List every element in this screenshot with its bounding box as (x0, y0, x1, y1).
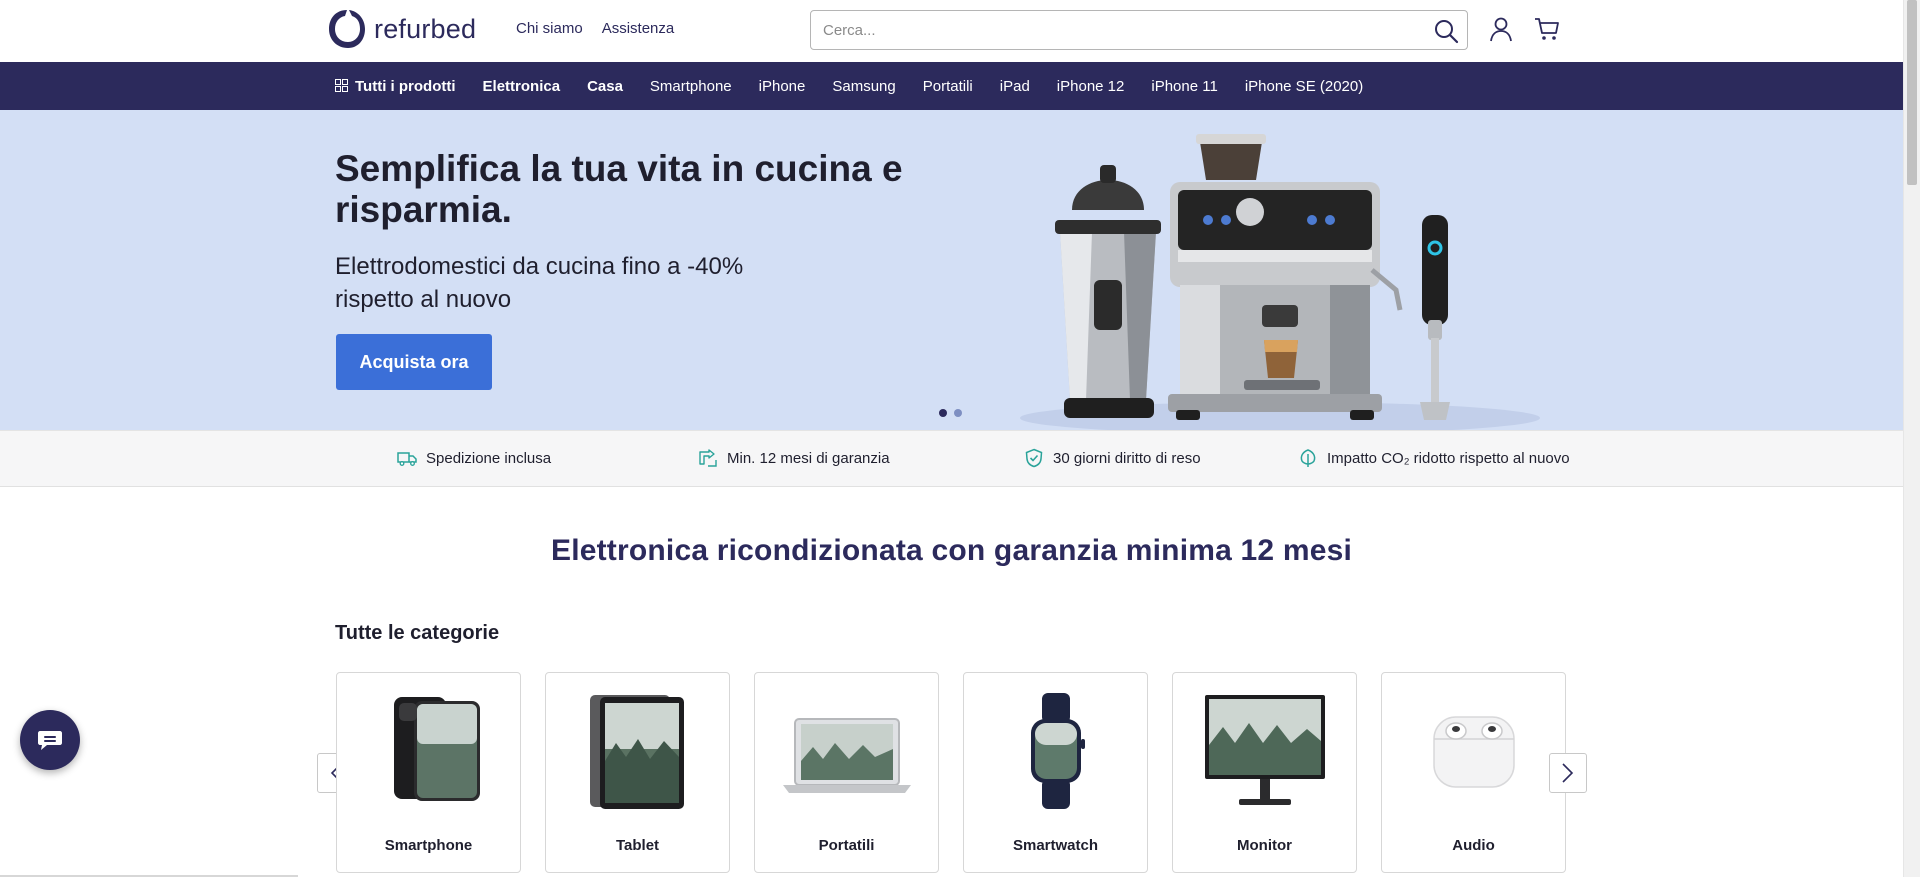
benefit-co2: Impatto CO₂ ridotto rispetto al nuovo (1298, 448, 1570, 468)
top-links: Chi siamo Assistenza (516, 20, 674, 37)
page: refurbed Chi siamo Assistenza Cerca... T… (0, 0, 1903, 877)
search-box (810, 10, 1468, 50)
juicer-image (1055, 165, 1161, 418)
nav-iphone-se-2020[interactable]: iPhone SE (2020) (1245, 78, 1363, 95)
carousel-dots (939, 409, 962, 417)
scrollbar-thumb[interactable] (1907, 0, 1917, 185)
category-label: Smartphone (384, 837, 473, 854)
benefit-label: Min. 12 mesi di garanzia (727, 449, 890, 467)
tablet-image (590, 695, 684, 809)
search-icon[interactable] (1433, 18, 1459, 44)
logo-text: refurbed (374, 13, 477, 44)
section-title: Elettronica ricondizionata con garanzia … (550, 534, 1353, 567)
header: refurbed Chi siamo Assistenza (0, 0, 1903, 62)
warranty-icon (699, 449, 717, 467)
earbuds-image (1433, 716, 1515, 788)
category-label: Audio (1452, 837, 1495, 854)
hero-banner: Semplifica la tua vita in cucina e rispa… (0, 110, 1903, 430)
benefits-bar: Spedizione inclusa Min. 12 mesi di garan… (0, 430, 1903, 487)
carousel-next-button[interactable] (1549, 753, 1587, 793)
user-icon[interactable] (1488, 16, 1514, 42)
main-nav: Tutti i prodotti Elettronica Casa Smartp… (0, 62, 1903, 110)
shop-now-button[interactable]: Acquista ora (336, 334, 492, 390)
shield-check-icon (1025, 448, 1043, 468)
logo[interactable]: refurbed (327, 8, 476, 50)
espresso-machine-image (1168, 134, 1403, 420)
carousel-dot-1[interactable] (939, 409, 947, 417)
category-card-laptop[interactable]: Portatili (754, 672, 939, 873)
link-chi-siamo[interactable]: Chi siamo (516, 20, 583, 37)
nav-portatili[interactable]: Portatili (923, 78, 973, 95)
category-card-monitor[interactable]: Monitor (1172, 672, 1357, 873)
nav-casa[interactable]: Casa (587, 78, 623, 95)
smartwatch-image (1031, 693, 1085, 809)
scrollbar[interactable] (1903, 0, 1920, 877)
nav-elettronica[interactable]: Elettronica (483, 78, 561, 95)
categories-heading: Tutte le categorie (335, 622, 500, 644)
search-input[interactable] (811, 11, 1391, 49)
chat-icon (38, 731, 62, 750)
category-card-audio[interactable]: Audio (1381, 672, 1566, 873)
carousel-dot-2[interactable] (954, 409, 962, 417)
nav-samsung[interactable]: Samsung (832, 78, 895, 95)
benefit-shipping: Spedizione inclusa (397, 448, 551, 468)
benefit-warranty: Min. 12 mesi di garanzia (698, 448, 890, 468)
smartphone-image (394, 697, 480, 801)
nav-iphone-11[interactable]: iPhone 11 (1151, 78, 1217, 95)
hero-title: Semplifica la tua vita in cucina e rispa… (335, 148, 903, 230)
monitor-image (1205, 695, 1325, 805)
benefit-label: 30 giorni diritto di reso (1053, 449, 1201, 467)
hero-subtitle: Elettrodomestici da cucina fino a -40% r… (335, 253, 744, 313)
cart-icon[interactable] (1534, 16, 1560, 42)
nav-all-products-label: Tutti i prodotti (355, 77, 456, 95)
category-card-tablet[interactable]: Tablet (545, 672, 730, 873)
nav-iphone-12[interactable]: iPhone 12 (1057, 78, 1125, 95)
nav-all-products[interactable]: Tutti i prodotti (335, 78, 456, 95)
logo-icon (329, 10, 365, 48)
benefit-label: Spedizione inclusa (426, 449, 552, 467)
leaf-icon (1300, 449, 1316, 467)
link-assistenza[interactable]: Assistenza (602, 20, 675, 37)
category-card-smartphone[interactable]: Smartphone (336, 672, 521, 873)
chevron-right-icon (1562, 763, 1574, 783)
grid-icon (335, 78, 348, 92)
category-card-smartwatch[interactable]: Smartwatch (963, 672, 1148, 873)
kitchen-appliances-image (1020, 134, 1540, 430)
chat-button[interactable] (20, 710, 80, 770)
nav-smartphone[interactable]: Smartphone (650, 78, 732, 95)
category-label: Smartwatch (1012, 837, 1099, 854)
category-label: Tablet (615, 837, 660, 854)
laptop-image (783, 718, 911, 793)
truck-icon (397, 452, 417, 466)
nav-iphone[interactable]: iPhone (759, 78, 806, 95)
benefit-returns: 30 giorni diritto di reso (1024, 448, 1201, 468)
hand-blender-image (1420, 215, 1450, 420)
benefit-label: Impatto CO₂ ridotto rispetto al nuovo (1327, 449, 1570, 467)
category-label: Portatili (818, 837, 875, 854)
nav-ipad[interactable]: iPad (1000, 78, 1030, 95)
category-label: Monitor (1237, 837, 1292, 854)
